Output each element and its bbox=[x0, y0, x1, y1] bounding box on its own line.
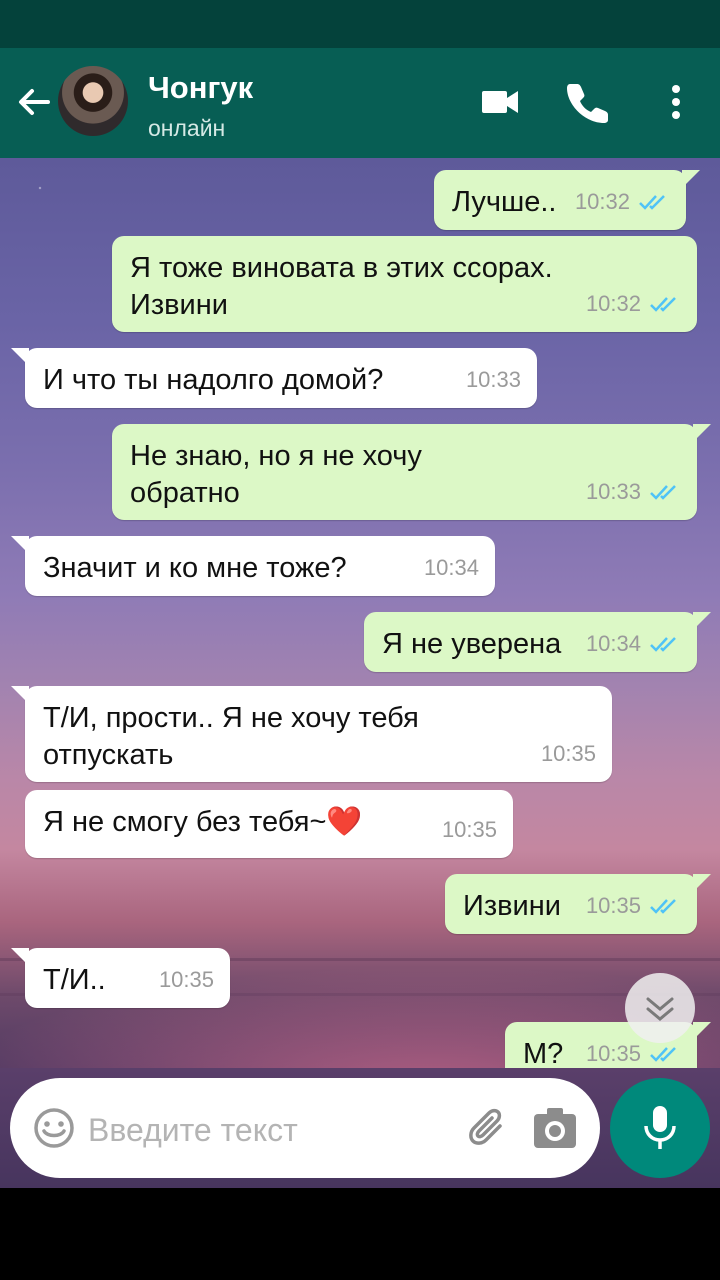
message-text: Извини bbox=[463, 890, 561, 922]
double-check-icon bbox=[650, 1046, 676, 1062]
message-time: 10:35 bbox=[585, 893, 641, 918]
message-time: 10:33 bbox=[585, 479, 641, 504]
emoji-icon[interactable] bbox=[32, 1106, 76, 1150]
message-time: 10:32 bbox=[574, 189, 630, 214]
double-check-icon bbox=[650, 636, 676, 652]
contact-status: онлайн bbox=[148, 115, 226, 141]
message-outgoing[interactable]: Я тоже виновата в этих ссорах. Извини 10… bbox=[112, 236, 697, 332]
message-outgoing[interactable]: Извини 10:35 bbox=[445, 874, 711, 934]
videocam-icon[interactable] bbox=[476, 78, 524, 126]
message-outgoing[interactable]: Не знаю, но я не хочу обратно 10:33 bbox=[112, 424, 711, 520]
phone-icon[interactable] bbox=[564, 78, 612, 126]
message-time: 10:35 bbox=[441, 817, 497, 842]
message-outgoing[interactable]: Лучше.. 10:32 bbox=[434, 170, 700, 230]
message-time: 10:34 bbox=[423, 555, 479, 580]
arrow-left-icon[interactable] bbox=[14, 82, 54, 122]
mic-button[interactable] bbox=[610, 1078, 710, 1178]
message-time: 10:32 bbox=[585, 291, 641, 316]
chat-area[interactable]: Лучше.. 10:32 Я тоже виновата в этих ссо… bbox=[0, 158, 720, 1068]
message-text: Т/И, прости.. Я не хочу тебя отпускать bbox=[43, 702, 419, 771]
message-time: 10:35 bbox=[585, 1041, 641, 1066]
double-check-icon bbox=[639, 194, 665, 210]
message-text: Т/И.. bbox=[43, 964, 106, 996]
message-text: И что ты надолго домой? bbox=[43, 364, 384, 396]
message-text: Я не смогу без тебя~❤️ bbox=[43, 806, 363, 838]
status-bar bbox=[0, 0, 720, 48]
mic-icon bbox=[644, 1106, 676, 1149]
double-check-icon bbox=[650, 484, 676, 500]
message-time: 10:35 bbox=[540, 741, 596, 766]
message-text: Я тоже виновата в этих ссорах. Извини bbox=[130, 252, 553, 321]
message-incoming[interactable]: Я не смогу без тебя~❤️ 10:35 bbox=[25, 790, 513, 858]
message-text: Я не уверена bbox=[382, 628, 562, 660]
message-time: 10:34 bbox=[585, 631, 641, 656]
more-vert-icon[interactable] bbox=[652, 78, 700, 126]
paperclip-icon[interactable] bbox=[464, 1104, 512, 1152]
message-outgoing[interactable]: Я не уверена 10:34 bbox=[364, 612, 711, 672]
system-nav-bar bbox=[0, 1188, 720, 1280]
message-time: 10:35 bbox=[158, 967, 214, 992]
message-text: Лучше.. bbox=[452, 186, 557, 218]
message-time: 10:33 bbox=[465, 367, 521, 392]
message-incoming[interactable]: Значит и ко мне тоже? 10:34 bbox=[11, 536, 495, 596]
message-incoming[interactable]: И что ты надолго домой? 10:33 bbox=[11, 348, 537, 408]
scroll-to-bottom-button[interactable] bbox=[625, 973, 695, 1043]
message-text: Не знаю, но я не хочу обратно bbox=[130, 440, 422, 509]
message-input-placeholder: Введите текст bbox=[88, 1112, 298, 1148]
double-check-icon bbox=[650, 898, 676, 914]
chevron-double-down-icon bbox=[646, 997, 674, 1021]
avatar[interactable] bbox=[58, 66, 128, 136]
message-text: М? bbox=[523, 1038, 564, 1068]
double-check-icon bbox=[650, 296, 676, 312]
message-input[interactable]: Введите текст bbox=[10, 1078, 600, 1178]
message-incoming[interactable]: Т/И, прости.. Я не хочу тебя отпускать 1… bbox=[11, 686, 612, 782]
chat-header: Чонгук онлайн bbox=[0, 48, 720, 158]
composer-bar: Введите текст bbox=[0, 1068, 720, 1188]
contact-name[interactable]: Чонгук bbox=[148, 70, 253, 106]
camera-icon[interactable] bbox=[532, 1106, 578, 1150]
message-text: Значит и ко мне тоже? bbox=[43, 552, 347, 584]
message-incoming[interactable]: Т/И.. 10:35 bbox=[11, 948, 230, 1008]
